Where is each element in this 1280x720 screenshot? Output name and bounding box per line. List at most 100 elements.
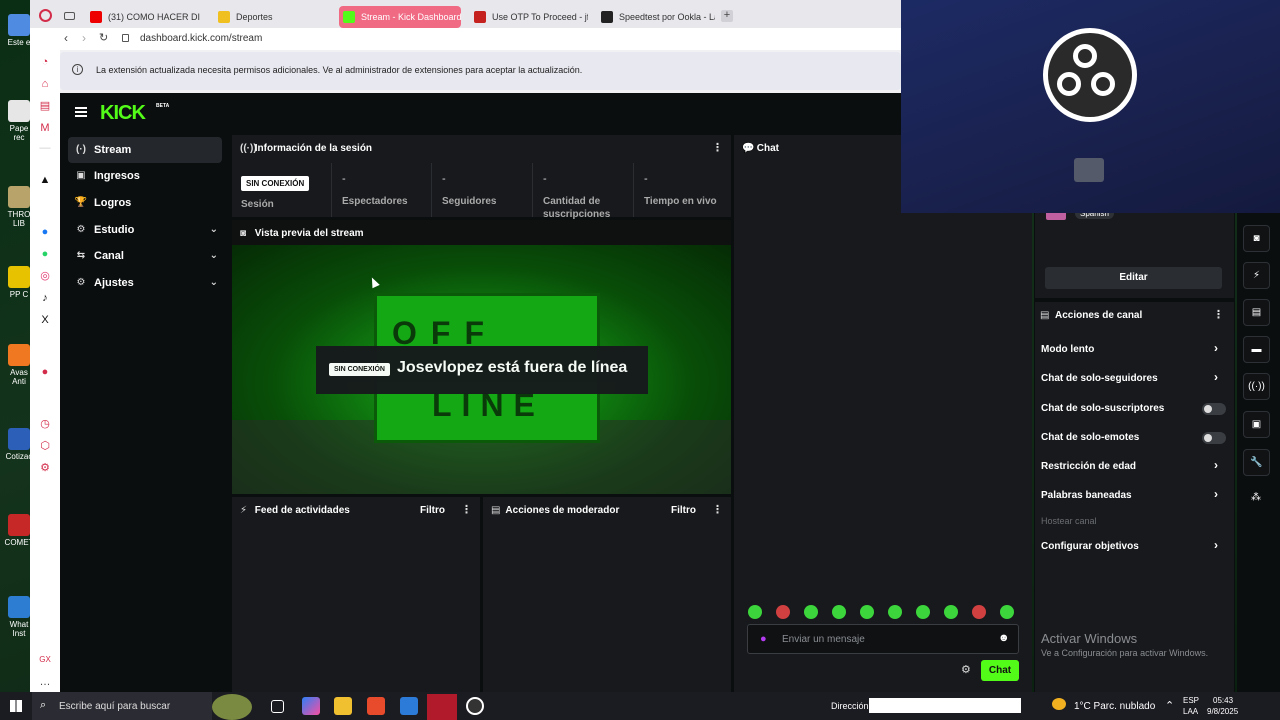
feed-menu-icon[interactable]: ⋮: [461, 503, 472, 516]
new-tab-button[interactable]: +: [721, 10, 733, 22]
mod-toolbar-icon[interactable]: ▣: [1243, 411, 1270, 438]
chevron-right-icon[interactable]: ›: [1214, 341, 1218, 355]
edit-button[interactable]: Editar: [1045, 267, 1222, 289]
tab[interactable]: Use OTP To Proceed - jfh: [470, 6, 588, 28]
emote-icon[interactable]: [832, 605, 846, 619]
app-icon-crimson[interactable]: [427, 694, 457, 720]
channel-action-item[interactable]: Restricción de edad: [1041, 461, 1136, 472]
channel-action-item[interactable]: Chat de solo-emotes: [1041, 432, 1139, 443]
address-toolbar-input[interactable]: [869, 698, 1021, 713]
tray-chevron-icon[interactable]: ⌃: [1165, 699, 1174, 712]
toggle-switch[interactable]: [1202, 403, 1226, 415]
channel-action-item[interactable]: Chat de solo-suscriptores: [1041, 403, 1164, 414]
channel-action-item[interactable]: Chat de solo-seguidores: [1041, 373, 1158, 384]
taskbar-search[interactable]: ⌕ Escribe aquí para buscar: [32, 692, 212, 720]
emote-icon[interactable]: [776, 605, 790, 619]
emote-icon[interactable]: [1000, 605, 1014, 619]
more-icon[interactable]: …: [39, 676, 51, 688]
emote-icon[interactable]: [804, 605, 818, 619]
toggle-switch[interactable]: [1202, 432, 1226, 444]
chat-toolbar-icon[interactable]: ▬: [1243, 336, 1270, 363]
mic-icon[interactable]: ●: [760, 633, 767, 645]
file-explorer-icon[interactable]: [334, 697, 352, 715]
channel-action-item[interactable]: Palabras baneadas: [1041, 490, 1132, 501]
nav-item-ingresos[interactable]: ▣ Ingresos: [68, 163, 222, 189]
gx-icon[interactable]: GX: [39, 654, 51, 666]
x-icon[interactable]: X: [39, 314, 51, 326]
notes-icon[interactable]: ▤: [1243, 299, 1270, 326]
feed-filter-button[interactable]: Filtro: [420, 505, 445, 516]
whatsapp-icon[interactable]: ●: [39, 248, 51, 260]
chevron-down-icon[interactable]: ⌄: [210, 217, 218, 243]
channel-actions-menu-icon[interactable]: ⋮: [1213, 308, 1224, 321]
reload-icon[interactable]: ↻: [99, 31, 108, 44]
tiktok-icon[interactable]: ♪: [39, 292, 51, 304]
chat-send-button[interactable]: Chat: [981, 660, 1019, 681]
chevron-right-icon[interactable]: ›: [1214, 538, 1218, 552]
channel-action-item[interactable]: Modo lento: [1041, 344, 1094, 355]
nav-item-logros[interactable]: 🏆 Logros: [68, 190, 222, 216]
app-icon-red[interactable]: [367, 697, 385, 715]
emote-icon[interactable]: [972, 605, 986, 619]
emote-icon[interactable]: [748, 605, 762, 619]
nav-item-stream[interactable]: (·) Stream: [68, 137, 222, 163]
emoji-icon[interactable]: ☻: [998, 632, 1010, 644]
nav-item-canal[interactable]: ⇆ Canal ⌄: [68, 243, 222, 269]
nav-item-ajustes[interactable]: ⚙ Ajustes ⌄: [68, 270, 222, 296]
mod-menu-icon[interactable]: ⋮: [712, 503, 723, 516]
chevron-right-icon[interactable]: ›: [1214, 487, 1218, 501]
chevron-down-icon[interactable]: ⌄: [210, 243, 218, 269]
kick-logo[interactable]: KICK: [100, 102, 146, 125]
instagram-icon[interactable]: ◎: [39, 270, 51, 282]
lang-indicator[interactable]: ESP: [1183, 696, 1199, 705]
copilot-icon[interactable]: [302, 697, 320, 715]
emote-icon[interactable]: [860, 605, 874, 619]
emote-icon[interactable]: [888, 605, 902, 619]
clock-date[interactable]: 9/8/2025: [1207, 707, 1238, 716]
app-icon-blue[interactable]: [400, 697, 418, 715]
broadcast-toolbar-icon[interactable]: ((·)): [1243, 373, 1270, 400]
tab[interactable]: Stream - Kick Dashboard: [339, 6, 461, 28]
player-icon[interactable]: ▤: [39, 100, 51, 112]
more-widgets-icon[interactable]: ⁂: [1251, 492, 1261, 503]
chat-settings-icon[interactable]: ⚙: [961, 663, 971, 676]
chevron-down-icon[interactable]: ⌄: [210, 270, 218, 296]
emote-icon[interactable]: [916, 605, 930, 619]
chevron-right-icon[interactable]: ›: [1214, 370, 1218, 384]
view-icon[interactable]: ◙: [1243, 225, 1270, 252]
nav-item-estudio[interactable]: ⚙ Estudio ⌄: [68, 217, 222, 243]
cortana-app-icon[interactable]: [212, 694, 252, 720]
clock-time[interactable]: 05:43: [1213, 696, 1233, 705]
task-view-icon[interactable]: [271, 700, 284, 713]
history-icon[interactable]: ◷: [39, 418, 51, 430]
mod-filter-button[interactable]: Filtro: [671, 505, 696, 516]
start-icon[interactable]: [10, 700, 22, 712]
menu-icon[interactable]: [75, 107, 87, 117]
session-menu-icon[interactable]: ⋮: [712, 141, 723, 154]
channel-action-item[interactable]: Configurar objetivos: [1041, 541, 1139, 552]
lightning-toolbar-icon[interactable]: ⚡: [1243, 262, 1270, 289]
tab[interactable]: Deportes: [214, 6, 324, 28]
opera-logo-icon[interactable]: [39, 9, 52, 22]
aria-icon[interactable]: ◔: [39, 56, 51, 68]
back-icon[interactable]: ‹: [64, 31, 68, 45]
extensions-icon[interactable]: ⬡: [39, 440, 51, 452]
chat-input[interactable]: ● Enviar un mensaje ☻: [747, 624, 1019, 654]
crypto-wallet-icon[interactable]: ⌂: [39, 78, 51, 90]
tab-switcher-icon[interactable]: [64, 12, 75, 20]
mail-icon[interactable]: M: [39, 122, 51, 134]
obs-taskbar-icon[interactable]: [466, 697, 484, 715]
weather-text[interactable]: 1°C Parc. nublado: [1074, 701, 1155, 712]
chevron-right-icon[interactable]: ›: [1214, 458, 1218, 472]
desktop-app-icon: [8, 514, 30, 536]
tab[interactable]: (31) COMO HACER DI: [86, 6, 206, 28]
messenger-icon[interactable]: ●: [39, 226, 51, 238]
wrench-icon[interactable]: 🔧: [1243, 449, 1270, 476]
emote-icon[interactable]: [944, 605, 958, 619]
forward-icon[interactable]: ›: [82, 31, 86, 45]
tiktok-sidebar-icon[interactable]: ▲: [39, 174, 51, 186]
url-field[interactable]: dashboard.kick.com/stream: [140, 33, 262, 44]
tab[interactable]: Speedtest por Ookla - La: [597, 6, 715, 28]
settings-icon[interactable]: ⚙: [39, 462, 51, 474]
music-icon[interactable]: ●: [39, 366, 51, 378]
